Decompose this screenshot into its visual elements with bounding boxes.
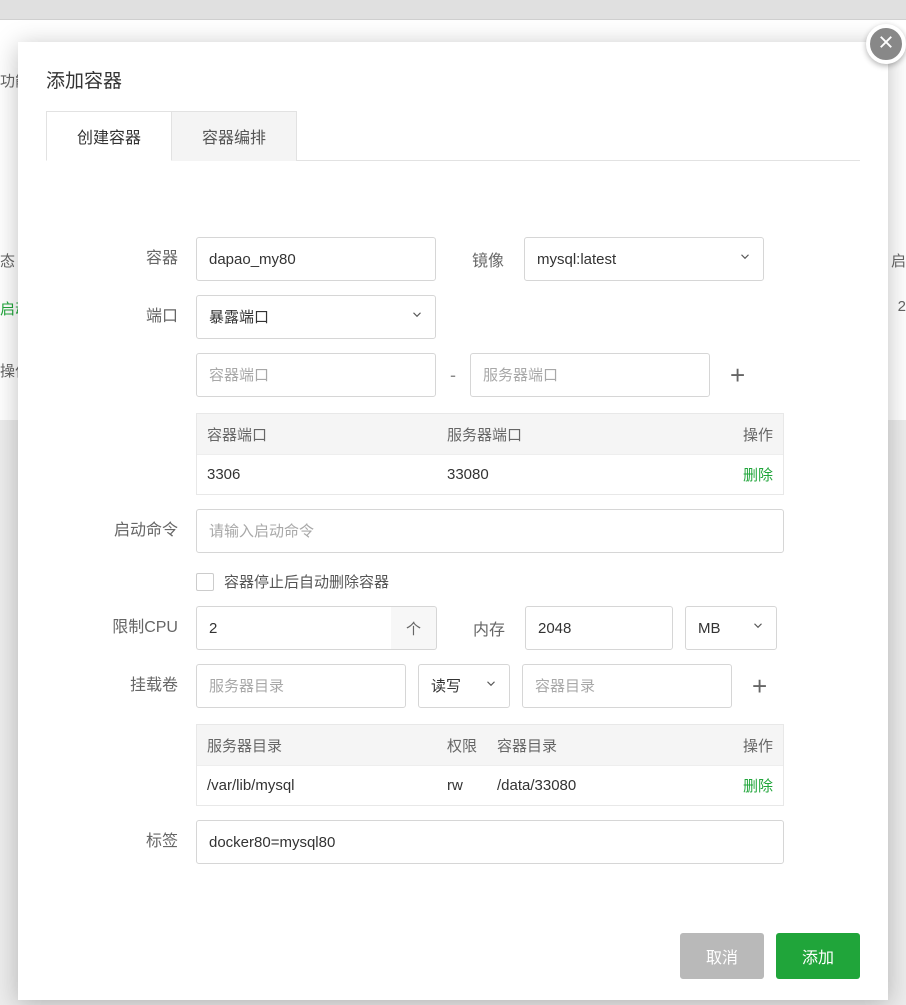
th-action: 操作 [723, 735, 773, 756]
table-header: 服务器目录 权限 容器目录 操作 [197, 725, 783, 765]
add-button[interactable]: 添加 [776, 933, 860, 979]
tab-container-compose[interactable]: 容器编排 [172, 111, 297, 161]
form-scroll-area[interactable]: 容器 镜像 mysql:latest 端口 [46, 237, 860, 900]
th-container-port: 容器端口 [207, 424, 447, 445]
delete-volume-link[interactable]: 删除 [743, 778, 773, 795]
start-command-input[interactable] [196, 509, 784, 553]
port-mode-select[interactable]: 暴露端口 [196, 295, 436, 339]
modal-footer: 取消 添加 [18, 912, 888, 1000]
td-server-port: 33080 [447, 466, 723, 483]
table-row: 3306 33080 删除 [197, 454, 783, 494]
cpu-limit-input[interactable] [196, 606, 391, 650]
image-select[interactable]: mysql:latest [524, 237, 764, 281]
label-memory: 内存 [449, 616, 513, 640]
add-port-button[interactable]: + [722, 362, 753, 388]
label-image: 镜像 [448, 247, 512, 271]
label-start-cmd: 启动命令 [46, 509, 196, 553]
table-header: 容器端口 服务器端口 操作 [197, 414, 783, 454]
port-table: 容器端口 服务器端口 操作 3306 33080 删除 [196, 413, 784, 495]
dash-separator: - [448, 365, 458, 386]
th-action: 操作 [723, 424, 773, 445]
modal-title: 添加容器 [18, 42, 888, 111]
close-button[interactable] [866, 24, 906, 64]
th-container-dir: 容器目录 [497, 735, 723, 756]
memory-unit-select[interactable]: MB [685, 606, 777, 650]
add-volume-button[interactable]: + [744, 673, 775, 699]
cancel-button[interactable]: 取消 [680, 933, 764, 979]
td-container-dir: /data/33080 [497, 777, 723, 794]
server-port-input[interactable] [470, 353, 710, 397]
label-cpu-limit: 限制CPU [46, 606, 196, 650]
label-tag: 标签 [46, 820, 196, 864]
plus-icon: + [730, 360, 745, 390]
server-dir-input[interactable] [196, 664, 406, 708]
tabs: 创建容器 容器编排 [46, 111, 860, 161]
th-permission: 权限 [447, 735, 497, 756]
label-volume: 挂载卷 [46, 664, 196, 708]
td-server-dir: /var/lib/mysql [207, 777, 447, 794]
tab-create-container[interactable]: 创建容器 [46, 111, 172, 161]
volume-mode-select[interactable]: 读写 [418, 664, 510, 708]
auto-remove-checkbox[interactable] [196, 573, 214, 591]
td-container-port: 3306 [207, 466, 447, 483]
th-server-port: 服务器端口 [447, 424, 723, 445]
delete-port-link[interactable]: 删除 [743, 467, 773, 484]
container-port-input[interactable] [196, 353, 436, 397]
tag-input[interactable] [196, 820, 784, 864]
td-permission: rw [447, 777, 497, 794]
table-row: /var/lib/mysql rw /data/33080 删除 [197, 765, 783, 805]
th-server-dir: 服务器目录 [207, 735, 447, 756]
memory-input[interactable] [525, 606, 673, 650]
container-name-input[interactable] [196, 237, 436, 281]
label-port: 端口 [46, 295, 196, 339]
container-dir-input[interactable] [522, 664, 732, 708]
add-container-modal: 添加容器 创建容器 容器编排 容器 镜像 mysql:latest [18, 42, 888, 1000]
plus-icon: + [752, 671, 767, 701]
volume-table: 服务器目录 权限 容器目录 操作 /var/lib/mysql rw /data… [196, 724, 784, 806]
cpu-unit: 个 [391, 606, 437, 650]
close-icon [877, 33, 895, 56]
modal-overlay: 添加容器 创建容器 容器编排 容器 镜像 mysql:latest [0, 0, 906, 1005]
label-container: 容器 [46, 237, 196, 281]
auto-remove-label: 容器停止后自动删除容器 [224, 571, 389, 592]
